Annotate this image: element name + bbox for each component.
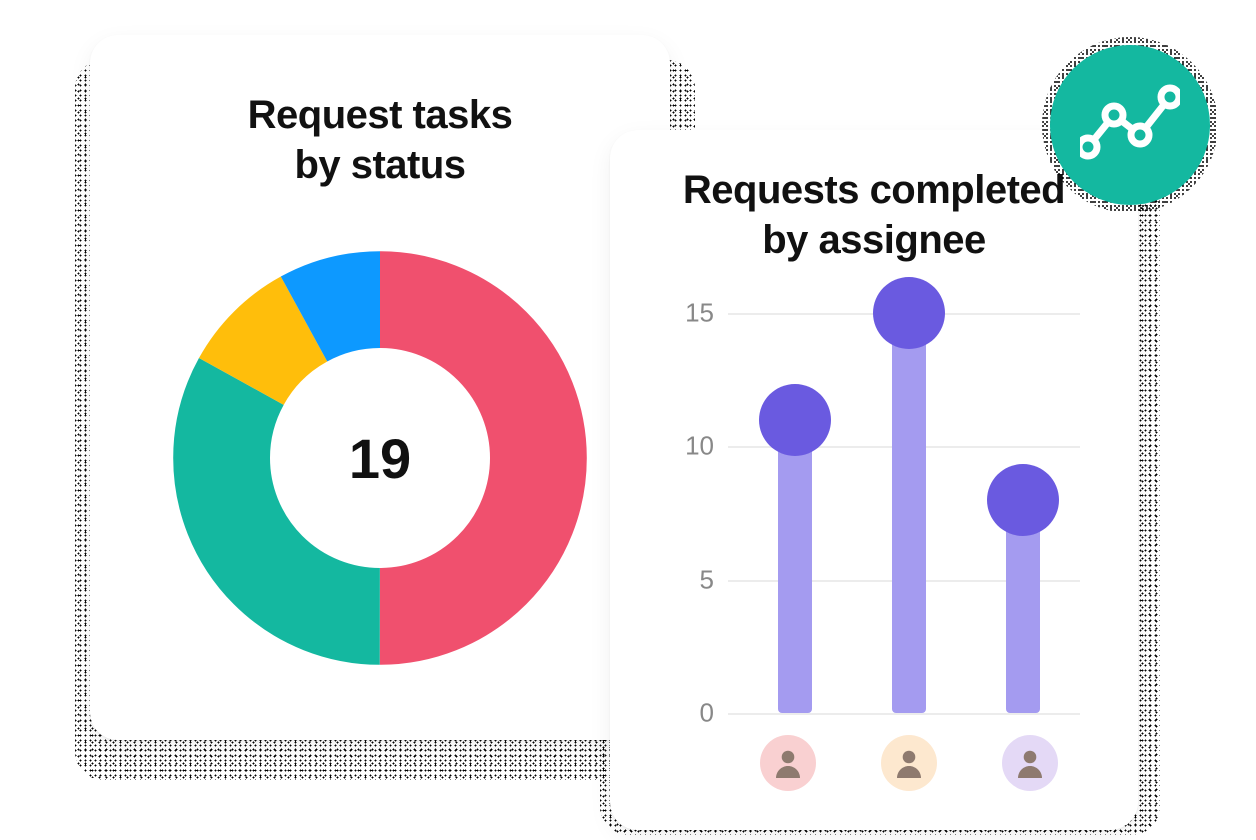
analytics-icon xyxy=(1080,84,1180,166)
assignee-avatar xyxy=(1002,735,1058,791)
card-title-line1: Request tasks xyxy=(138,90,622,140)
assignee-avatar xyxy=(760,735,816,791)
y-tick-label: 0 xyxy=(668,698,714,729)
card-title: Requests completed by assignee xyxy=(658,165,1090,265)
donut-center-value: 19 xyxy=(160,238,600,678)
card-title-line1: Requests completed xyxy=(658,165,1090,215)
bar-dot xyxy=(759,384,831,456)
bar-stem xyxy=(892,313,926,713)
card-title-line2: by assignee xyxy=(658,215,1090,265)
gridline xyxy=(728,713,1080,715)
donut-chart: 19 xyxy=(160,238,600,678)
person-icon xyxy=(891,745,927,781)
bar-columns xyxy=(738,313,1080,713)
person-icon xyxy=(1012,745,1048,781)
analytics-badge xyxy=(1050,45,1210,205)
card-request-tasks-by-status: Request tasks by status 19 xyxy=(90,35,670,740)
person-icon xyxy=(770,745,806,781)
y-tick-label: 5 xyxy=(668,564,714,595)
assignee-avatars xyxy=(728,735,1090,791)
bar-chart: 051015 xyxy=(668,313,1080,713)
bar-column xyxy=(988,313,1058,713)
bar-dot xyxy=(873,277,945,349)
bar-stem xyxy=(778,420,812,713)
bar-column xyxy=(760,313,830,713)
card-title-line2: by status xyxy=(138,140,622,190)
assignee-avatar xyxy=(881,735,937,791)
card-title: Request tasks by status xyxy=(138,90,622,190)
stage: Request tasks by status 19 Requests comp… xyxy=(0,0,1256,840)
card-requests-completed-by-assignee: Requests completed by assignee 0 5 10 15 xyxy=(610,130,1138,830)
bar-dot xyxy=(987,464,1059,536)
y-tick-label: 15 xyxy=(668,298,714,329)
y-tick-label: 10 xyxy=(668,431,714,462)
bar-column xyxy=(874,313,944,713)
